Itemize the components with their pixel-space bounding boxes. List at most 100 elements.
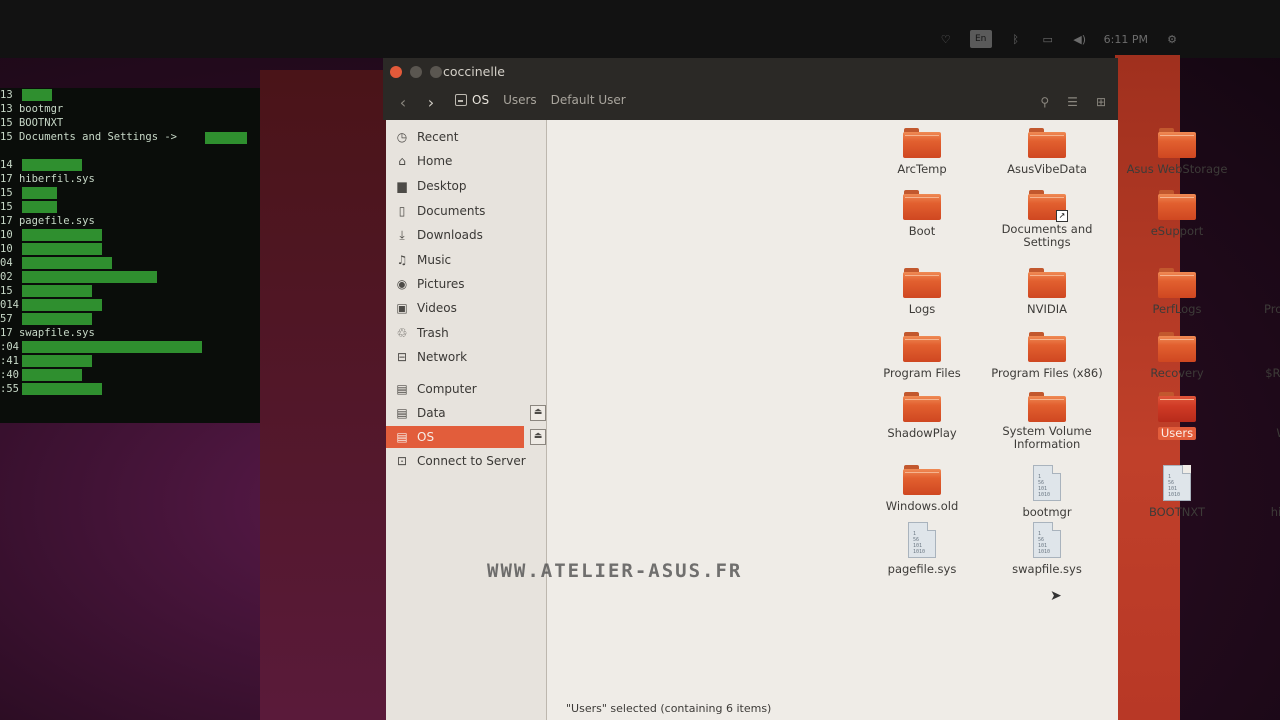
file-item[interactable]: ProgramData: [1237, 268, 1280, 317]
sidebar: ◷ Recent ⌂ Home ▆ Desktop ▯ Documents ⤓ Downloads…: [386, 120, 547, 720]
file-name: ArcTemp: [897, 162, 947, 176]
file-item[interactable]: Intel: [1237, 190, 1280, 239]
back-button[interactable]: ‹: [391, 91, 415, 115]
maximize-button[interactable]: [430, 66, 442, 78]
grid-view-icon[interactable]: ⊞: [1096, 95, 1106, 109]
breadcrumb-default-user[interactable]: Default User: [551, 93, 626, 107]
file-item[interactable]: ShadowPlay: [857, 392, 987, 441]
terminal-line: 14: [0, 158, 265, 172]
drive-icon: ▤: [396, 382, 408, 396]
file-item[interactable]: PerfLogs: [1112, 268, 1242, 317]
terminal-highlight: [22, 159, 82, 171]
file-item[interactable]: System Volume Information: [982, 392, 1112, 452]
breadcrumb-users[interactable]: Users: [503, 93, 537, 107]
file-item[interactable]: $Recycle.Bin: [1237, 332, 1280, 381]
terminal-highlight: [205, 132, 247, 144]
file-item[interactable]: 1 56 101 1010 swapfile.sys: [982, 522, 1112, 577]
sidebar-item-label: Recent: [417, 130, 459, 144]
minimize-button[interactable]: [410, 66, 422, 78]
file-item[interactable]: NVIDIA: [982, 268, 1112, 317]
sidebar-item-data[interactable]: ▤ Data: [386, 402, 546, 424]
sidebar-item-computer[interactable]: ▤ Computer: [386, 378, 546, 400]
sidebar-item-videos[interactable]: ▣ Videos: [386, 297, 546, 319]
file-name: Windows: [1276, 427, 1280, 440]
list-view-icon[interactable]: ☰: [1067, 95, 1078, 109]
gear-icon[interactable]: ⚙: [1164, 31, 1180, 47]
file-name: Logs: [908, 302, 936, 316]
download-icon: ⤓: [399, 227, 405, 242]
sidebar-item-recent[interactable]: ◷ Recent: [386, 126, 546, 148]
terminal-highlight: [22, 229, 102, 241]
file-name: Documents and Settings: [1001, 222, 1093, 249]
terminal-line: 15: [0, 186, 265, 200]
terminal-highlight: [22, 285, 92, 297]
file-item[interactable]: 1 56 101 1010 bootmgr: [982, 465, 1112, 520]
bluetooth-icon[interactable]: ᛒ: [1008, 31, 1024, 47]
sidebar-item-label: Data: [417, 406, 446, 420]
sidebar-item-os[interactable]: ▤ OS: [386, 426, 524, 448]
forward-button[interactable]: ›: [419, 91, 443, 115]
sidebar-item-connect-to-server[interactable]: ⊡ Connect to Server: [386, 450, 546, 472]
battery-icon[interactable]: ▭: [1040, 31, 1056, 47]
folder-icon: [903, 465, 941, 495]
file-item[interactable]: Logs: [857, 268, 987, 317]
eject-icon[interactable]: ⏏: [530, 405, 546, 421]
sidebar-item-music[interactable]: ♫ Music: [386, 249, 546, 271]
file-name: bootmgr: [1022, 505, 1072, 519]
file-item[interactable]: Program Files (x86): [982, 332, 1112, 381]
terminal-line: 15: [0, 284, 265, 298]
system-tray: ♡ En ᛒ ▭ ◀) 6:11 PM ⚙: [938, 30, 1180, 48]
drive-icon: [455, 94, 467, 106]
terminal-highlight: [22, 341, 202, 353]
status-bar-text: "Users" selected (containing 6 items): [566, 702, 772, 715]
sidebar-item-network[interactable]: ⊟ Network: [386, 346, 546, 368]
terminal-line: :40: [0, 368, 265, 382]
close-button[interactable]: [390, 66, 402, 78]
sidebar-item-desktop[interactable]: ▆ Desktop: [386, 175, 546, 197]
file-name: eSupport: [1150, 224, 1204, 238]
file-item[interactable]: Boot: [857, 190, 987, 239]
folder-icon: [1028, 268, 1066, 298]
file-item[interactable]: 1 56 101 1010 pagefile.sys: [857, 522, 987, 577]
sidebar-item-home[interactable]: ⌂ Home: [386, 150, 546, 172]
file-item[interactable]: Windows: [1237, 392, 1280, 441]
file-item[interactable]: aws: [1237, 128, 1280, 177]
video-icon: ▣: [396, 301, 408, 315]
window-titlebar[interactable]: coccinelle: [383, 58, 1118, 86]
terminal-line: 02: [0, 270, 265, 284]
file-item[interactable]: eSupport: [1112, 190, 1242, 239]
file-name: $Recycle.Bin: [1265, 366, 1280, 380]
breadcrumb-os[interactable]: OS: [455, 93, 489, 107]
terminal-line: 17 swapfile.sys: [0, 327, 95, 339]
toolbar: ‹ › OS Users Default User ⚲ ☰ ⊞: [383, 86, 1118, 120]
file-item[interactable]: AsusVibeData: [982, 128, 1112, 177]
terminal-window: 13 13 bootmgr 15 BOOTNXT 15 Documents and …: [0, 88, 265, 423]
search-icon[interactable]: ⚲: [1040, 95, 1049, 109]
file-item[interactable]: Asus WebStorage: [1112, 128, 1242, 177]
keyboard-layout-indicator[interactable]: En: [969, 30, 992, 48]
file-item[interactable]: Recovery: [1112, 332, 1242, 381]
eject-icon[interactable]: ⏏: [530, 429, 546, 445]
heart-icon[interactable]: ♡: [938, 31, 954, 47]
file-name: Boot: [908, 224, 936, 238]
file-item[interactable]: Users: [1112, 392, 1242, 441]
sidebar-item-label: Computer: [417, 382, 477, 396]
file-item[interactable]: 1561011010hiberfil.sys: [1237, 465, 1280, 520]
file-item[interactable]: 1 56 101 1010 BOOTNXT: [1112, 465, 1242, 520]
sidebar-item-pictures[interactable]: ◉ Pictures: [386, 273, 546, 295]
clock[interactable]: 6:11 PM: [1104, 33, 1148, 46]
file-name: Users: [1157, 427, 1197, 440]
file-item[interactable]: ArcTemp: [857, 128, 987, 177]
terminal-highlight: [22, 299, 102, 311]
terminal-line: 13 bootmgr: [0, 103, 64, 115]
sidebar-item-downloads[interactable]: ⤓ Downloads: [386, 224, 546, 246]
sidebar-item-trash[interactable]: ♲ Trash: [386, 322, 546, 344]
mouse-pointer-icon: ➤: [1050, 588, 1062, 604]
file-item[interactable]: Windows.old: [857, 465, 987, 514]
system-top-bar: ♡ En ᛒ ▭ ◀) 6:11 PM ⚙: [0, 0, 1280, 58]
sidebar-item-documents[interactable]: ▯ Documents: [386, 200, 546, 222]
volume-icon[interactable]: ◀): [1072, 31, 1088, 47]
file-item[interactable]: Program Files: [857, 332, 987, 381]
file-item[interactable]: ↗ Documents and Settings: [982, 190, 1112, 250]
sidebar-item-label: Home: [417, 154, 453, 168]
